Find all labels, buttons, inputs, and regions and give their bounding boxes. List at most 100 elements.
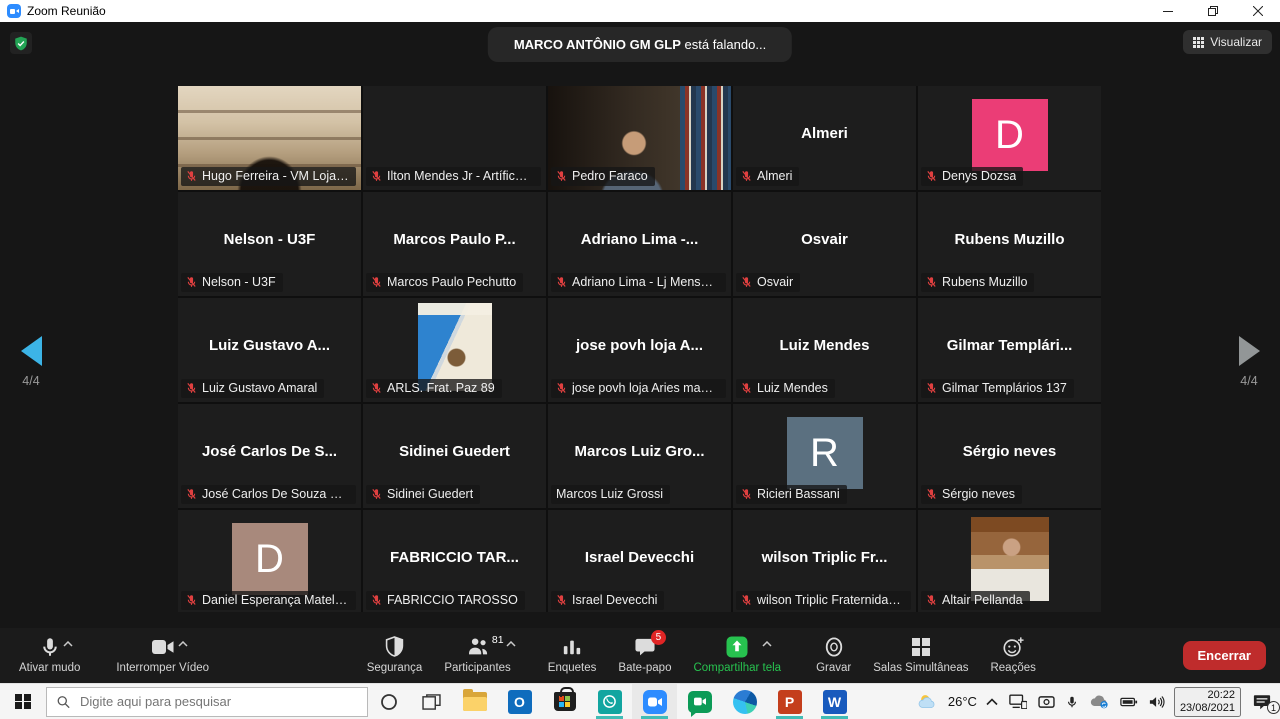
participant-tile[interactable]: Rubens Muzillo Rubens Muzillo — [918, 192, 1101, 296]
participant-tile[interactable]: D Daniel Esperança Matelan... — [178, 510, 361, 612]
zoom-taskbar-icon — [643, 690, 667, 714]
taskbar-app-edge[interactable] — [722, 684, 767, 719]
onedrive-sync-icon[interactable] — [1087, 684, 1111, 719]
muted-mic-icon — [371, 594, 382, 606]
share-screen-button[interactable]: Compartilhar tela — [682, 628, 805, 683]
view-button[interactable]: Visualizar — [1183, 30, 1272, 54]
mute-options-chevron-icon[interactable] — [63, 638, 73, 650]
taskbar-app-outlook[interactable]: O — [497, 684, 542, 719]
hidden-icons-chevron[interactable] — [984, 684, 1000, 719]
clock[interactable]: 20:22 23/08/2021 — [1174, 687, 1241, 717]
arrow-left-icon — [21, 336, 42, 366]
file-explorer-icon — [463, 692, 487, 711]
cortana-button[interactable] — [368, 684, 410, 719]
participant-nameplate: Almeri — [736, 167, 799, 186]
participant-nameplate: wilson Triplic Fraternidada ... — [736, 591, 911, 610]
muted-mic-icon — [371, 382, 382, 394]
temperature-label[interactable]: 26°C — [948, 694, 977, 709]
record-button[interactable]: Gravar — [805, 628, 862, 683]
participant-tile[interactable]: José Carlos De S... José Carlos De Souza… — [178, 404, 361, 508]
participant-tile[interactable]: Sérgio neves Sérgio neves — [918, 404, 1101, 508]
network-status-icon[interactable] — [1007, 684, 1029, 719]
participant-tile[interactable]: Luiz Mendes Luiz Mendes — [733, 298, 916, 402]
participant-tile[interactable]: Gilmar Templári... Gilmar Templários 137 — [918, 298, 1101, 402]
polls-button[interactable]: Enquetes — [537, 628, 608, 683]
participants-button-label: Participantes — [444, 662, 510, 674]
battery-icon[interactable] — [1118, 684, 1140, 719]
polls-chart-icon — [562, 637, 582, 657]
participant-tile[interactable]: Pedro Faraco — [548, 86, 731, 190]
next-page-button[interactable]: 4/4 — [1226, 335, 1272, 389]
participant-nameplate: Marcos Paulo Pechutto — [366, 273, 523, 292]
screen-capture-icon[interactable] — [1036, 684, 1057, 719]
taskbar-app-whatsapp[interactable] — [587, 684, 632, 719]
chat-button[interactable]: 5 Bate-papo — [607, 628, 682, 683]
participant-tile[interactable]: D Denys Dozsa — [918, 86, 1101, 190]
muted-mic-icon — [371, 170, 382, 182]
participant-tile[interactable]: Adriano Lima -... Adriano Lima - Lj Mens… — [548, 192, 731, 296]
share-options-chevron-icon[interactable] — [762, 638, 772, 650]
taskbar-app-word[interactable]: W — [812, 684, 857, 719]
taskbar-app-zoom[interactable] — [632, 684, 677, 719]
stop-video-button-label: Interromper Vídeo — [116, 662, 209, 674]
toolbar-center-group: Segurança 81 Participantes — [356, 628, 1047, 683]
previous-page-button[interactable]: 4/4 — [8, 335, 54, 389]
taskbar-app-google-meet[interactable] — [677, 684, 722, 719]
taskbar-search[interactable] — [46, 687, 368, 717]
action-center-button[interactable]: 1 — [1248, 684, 1276, 719]
participant-nameplate: Denys Dozsa — [921, 167, 1023, 186]
security-button[interactable]: Segurança — [356, 628, 434, 683]
participant-avatar: R — [787, 417, 863, 489]
chat-button-label: Bate-papo — [618, 662, 671, 674]
participant-tile[interactable]: ARLS. Frat. Paz 89 — [363, 298, 546, 402]
close-button[interactable] — [1235, 0, 1280, 22]
participant-tile[interactable]: Israel Devecchi Israel Devecchi — [548, 510, 731, 612]
participant-tile[interactable]: Marcos Luiz Gro... Marcos Luiz Grossi — [548, 404, 731, 508]
participant-tile[interactable]: Ilton Mendes Jr - Artífices ... — [363, 86, 546, 190]
participant-tile[interactable]: Marcos Paulo P... Marcos Paulo Pechutto — [363, 192, 546, 296]
taskbar-app-microsoft-store[interactable] — [542, 684, 587, 719]
microphone-tray-icon[interactable] — [1064, 684, 1080, 719]
participant-name-text: ARLS. Frat. Paz 89 — [387, 381, 495, 395]
task-view-button[interactable] — [410, 684, 452, 719]
breakout-rooms-button[interactable]: Salas Simultâneas — [862, 628, 979, 683]
taskbar-app-file-explorer[interactable] — [452, 684, 497, 719]
muted-mic-icon — [741, 382, 752, 394]
participant-display-name: Marcos Luiz Gro... — [554, 404, 725, 498]
minimize-button[interactable] — [1145, 0, 1190, 22]
participant-nameplate: Hugo Ferreira - VM Loja G... — [181, 167, 356, 186]
reactions-button-label: Reações — [990, 662, 1035, 674]
meeting-security-shield-icon[interactable] — [10, 32, 32, 54]
participant-tile[interactable]: Almeri Almeri — [733, 86, 916, 190]
participant-nameplate: Luiz Mendes — [736, 379, 835, 398]
volume-icon[interactable] — [1147, 684, 1167, 719]
participant-tile[interactable]: Nelson - U3F Nelson - U3F — [178, 192, 361, 296]
muted-mic-icon — [926, 488, 937, 500]
participant-tile[interactable]: FABRICCIO TAR... FABRICCIO TAROSSO — [363, 510, 546, 612]
start-button[interactable] — [0, 684, 46, 719]
taskbar-app-powerpoint[interactable]: P — [767, 684, 812, 719]
restore-button[interactable] — [1190, 0, 1235, 22]
participant-tile[interactable]: Sidinei Guedert Sidinei Guedert — [363, 404, 546, 508]
participants-button[interactable]: 81 Participantes — [433, 628, 536, 683]
search-input[interactable] — [78, 693, 357, 710]
participant-tile[interactable]: Luiz Gustavo A... Luiz Gustavo Amaral — [178, 298, 361, 402]
participant-tile[interactable]: R Ricieri Bassani — [733, 404, 916, 508]
participant-nameplate: Marcos Luiz Grossi — [551, 485, 670, 504]
participant-tile[interactable]: wilson Triplic Fr... wilson Triplic Frat… — [733, 510, 916, 612]
end-meeting-button[interactable]: Encerrar — [1183, 641, 1266, 670]
weather-widget[interactable] — [915, 684, 941, 719]
participant-tile[interactable]: Osvair Osvair — [733, 192, 916, 296]
participants-options-chevron-icon[interactable] — [506, 638, 516, 650]
stop-video-button[interactable]: Interromper Vídeo — [105, 628, 220, 683]
participant-nameplate: Osvair — [736, 273, 800, 292]
muted-mic-icon — [926, 594, 937, 606]
participant-tile[interactable]: jose povh loja A... jose povh loja Aries… — [548, 298, 731, 402]
video-options-chevron-icon[interactable] — [178, 638, 188, 650]
participant-nameplate: Luiz Gustavo Amaral — [181, 379, 324, 398]
mute-button[interactable]: Ativar mudo — [8, 628, 91, 683]
participant-name-text: Ricieri Bassani — [757, 487, 840, 501]
participant-tile[interactable]: Hugo Ferreira - VM Loja G... — [178, 86, 361, 190]
reactions-button[interactable]: Reações — [979, 628, 1046, 683]
participant-tile[interactable]: Altair Pellanda — [918, 510, 1101, 612]
